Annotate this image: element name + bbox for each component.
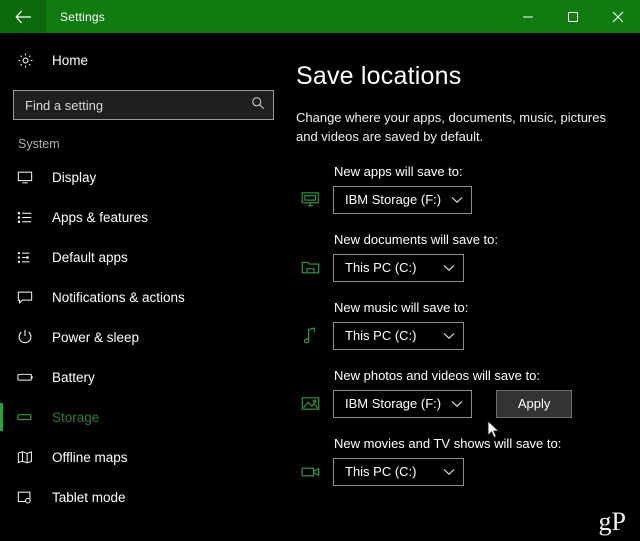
sidebar-item-label: Notifications & actions (52, 289, 185, 305)
sidebar-item-label: Battery (52, 369, 95, 385)
apps-save-location-dropdown[interactable]: IBM Storage (F:) (333, 185, 473, 214)
dropdown-value: This PC (C:) (345, 260, 417, 275)
sidebar-item-label: Default apps (52, 249, 128, 265)
group-label: New movies and TV shows will save to: (334, 435, 562, 451)
group-label: New documents will save to: (334, 231, 499, 247)
sidebar-item-power-sleep[interactable]: Power & sleep (0, 317, 288, 357)
maximize-button[interactable] (550, 0, 595, 33)
sidebar-item-home[interactable]: Home (0, 42, 288, 78)
sidebar-item-storage[interactable]: Storage (0, 397, 288, 437)
sidebar-item-display[interactable]: Display (0, 157, 288, 197)
close-button[interactable] (595, 0, 640, 33)
tablet-icon (17, 490, 47, 505)
sidebar: Home System (0, 33, 288, 541)
save-location-group-apps: New apps will save to: IBM Storage (F:) (296, 164, 640, 214)
chevron-down-icon (451, 196, 463, 204)
sidebar-item-notifications-actions[interactable]: Notifications & actions (0, 277, 288, 317)
window-title: Settings (60, 9, 105, 24)
sidebar-item-battery[interactable]: Battery (0, 357, 288, 397)
search-box[interactable] (13, 90, 274, 120)
gear-icon (17, 52, 47, 69)
back-arrow-icon (14, 10, 31, 23)
sidebar-item-label: Storage (52, 409, 100, 425)
chevron-down-icon (443, 264, 455, 272)
movies-tv-save-location-dropdown[interactable]: This PC (C:) (333, 457, 464, 486)
sidebar-item-label: Display (52, 169, 97, 185)
chevron-down-icon (443, 332, 455, 340)
settings-window: Settings Home Find a setting System Disp… (0, 0, 640, 541)
map-icon (17, 450, 47, 465)
apply-button[interactable]: Apply (496, 389, 573, 418)
control-row: This PC (C:) (296, 321, 640, 350)
save-location-group-movies-tv: New movies and TV shows will save to: Th… (296, 436, 640, 486)
save-location-group-documents: New documents will save to: This PC (C:) (296, 232, 640, 282)
music-note-icon (296, 326, 324, 345)
notification-icon (17, 290, 47, 305)
sidebar-item-offline-maps[interactable]: Offline maps (0, 437, 288, 477)
sidebar-item-default-apps[interactable]: Default apps (0, 237, 288, 277)
watermark: gP (598, 507, 626, 536)
search-icon (251, 96, 265, 115)
control-row: This PC (C:) (296, 253, 640, 282)
default-apps-icon (17, 250, 47, 265)
minimize-icon (522, 16, 533, 17)
close-icon (612, 11, 623, 22)
folder-icon (296, 259, 324, 276)
sidebar-item-label: Tablet mode (52, 489, 126, 505)
dropdown-value: This PC (C:) (345, 328, 417, 343)
dropdown-value: IBM Storage (F:) (345, 192, 442, 207)
music-save-location-dropdown[interactable]: This PC (C:) (333, 321, 464, 350)
window-controls (505, 0, 640, 33)
control-row: IBM Storage (F:) (296, 185, 640, 214)
save-location-group-photos-videos: New photos and videos will save to: IBM (296, 368, 640, 418)
search-input[interactable] (25, 97, 251, 113)
sidebar-item-label: Power & sleep (52, 329, 140, 345)
sidebar-item-label: Apps & features (52, 209, 149, 225)
power-icon (17, 329, 47, 345)
group-label: New photos and videos will save to: (334, 367, 540, 383)
sidebar-item-label: Offline maps (52, 449, 128, 465)
group-label: New music will save to: (334, 299, 469, 315)
maximize-icon (567, 11, 578, 22)
group-label: New apps will save to: (334, 163, 463, 179)
chevron-down-icon (443, 468, 455, 476)
documents-save-location-dropdown[interactable]: This PC (C:) (333, 253, 464, 282)
main-content: Save locations Change where your apps, d… (288, 33, 640, 541)
monitor-apps-icon (296, 191, 324, 208)
sidebar-item-apps-features[interactable]: Apps & features (0, 197, 288, 237)
control-row: This PC (C:) (296, 457, 640, 486)
battery-icon (17, 371, 47, 383)
chevron-down-icon (451, 400, 463, 408)
save-location-group-music: New music will save to: This PC (C:) (296, 300, 640, 350)
dropdown-value: IBM Storage (F:) (345, 396, 442, 411)
page-description: Change where your apps, documents, music… (296, 109, 606, 144)
photos-videos-save-location-dropdown[interactable]: IBM Storage (F:) (333, 389, 473, 418)
control-row: IBM Storage (F:) Apply (296, 389, 640, 418)
back-button[interactable] (0, 0, 46, 33)
monitor-icon (17, 170, 47, 185)
list-icon (17, 210, 47, 225)
storage-icon (17, 411, 47, 423)
video-camera-icon (296, 465, 324, 479)
title-bar: Settings (0, 0, 640, 33)
sidebar-item-tablet-mode[interactable]: Tablet mode (0, 477, 288, 517)
sidebar-section-label: System (18, 137, 60, 151)
minimize-button[interactable] (505, 0, 550, 33)
dropdown-value: This PC (C:) (345, 464, 417, 479)
window-body: Home System (0, 33, 640, 541)
picture-icon (296, 395, 324, 412)
sidebar-item-label: Home (52, 52, 89, 68)
page-title: Save locations (296, 62, 462, 90)
